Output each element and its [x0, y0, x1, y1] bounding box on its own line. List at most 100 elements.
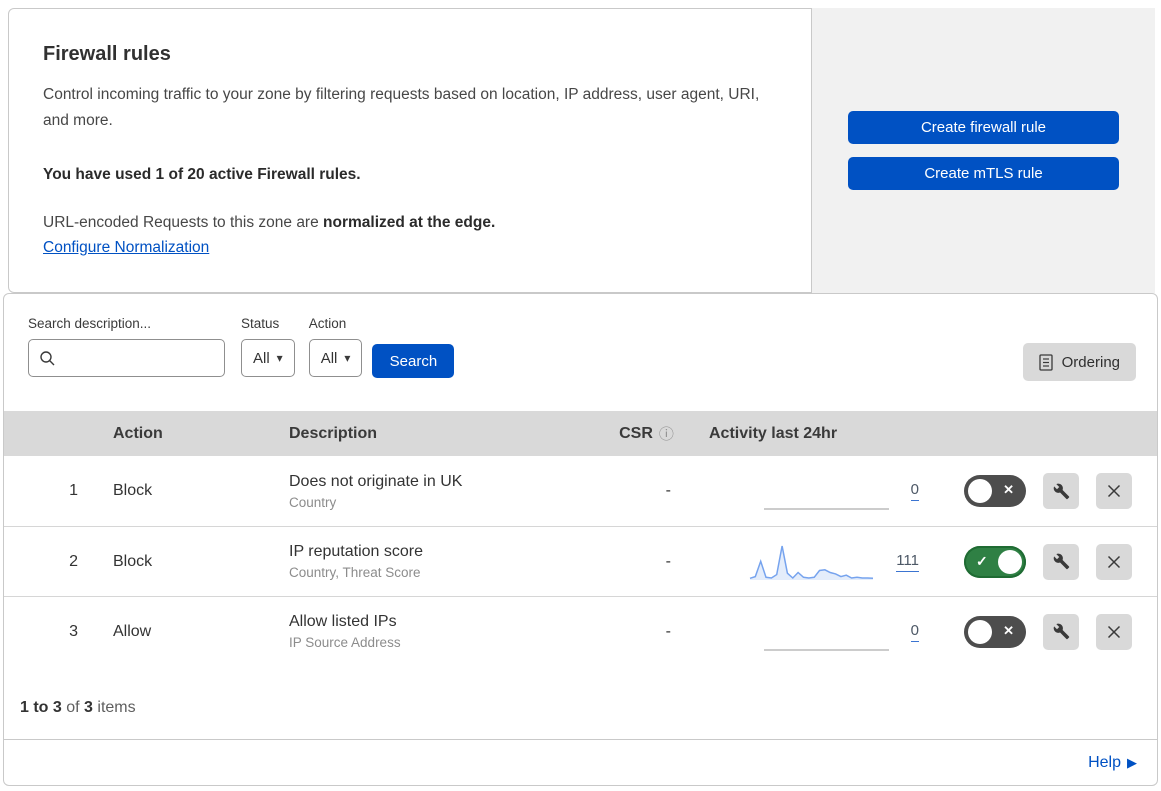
column-header-description: Description — [289, 424, 378, 442]
intro-section: Firewall rules Control incoming traffic … — [8, 8, 1155, 293]
firewall-rules-panel: Search description... Status All ▾ Actio… — [3, 293, 1158, 786]
action-dropdown-value: All — [320, 349, 338, 367]
rule-controls: ✕ — [934, 613, 1157, 650]
edit-rule-button[interactable] — [1043, 613, 1079, 650]
column-header-csr: CSR ⓘ — [619, 423, 674, 444]
toggle-check-icon: ✓ — [976, 552, 988, 569]
help-label: Help — [1088, 753, 1121, 771]
activity-count-link[interactable]: 0 — [910, 622, 919, 642]
close-icon — [1107, 555, 1121, 568]
column-header-action: Action — [113, 424, 163, 442]
activity-count-link[interactable]: 0 — [910, 481, 919, 501]
pagination-total: 3 — [84, 698, 93, 716]
rule-priority: 3 — [69, 622, 78, 640]
table-row: 3 Allow Allow listed IPs IP Source Addre… — [4, 596, 1157, 666]
action-label: Action — [308, 316, 347, 331]
activity-sparkline — [749, 545, 874, 580]
wrench-icon — [1053, 623, 1069, 640]
configure-normalization-link[interactable]: Configure Normalization — [43, 239, 209, 257]
action-filter-group: Action All ▾ — [308, 316, 363, 377]
status-dropdown-value: All — [253, 349, 270, 367]
column-header-activity: Activity last 24hr — [709, 424, 838, 442]
help-bar: Help ▶ — [4, 739, 1157, 785]
page-title: Firewall rules — [43, 43, 171, 65]
rule-controls: ✕ — [934, 473, 1157, 509]
table-footer: 1 to 3 of 3 items — [4, 666, 1157, 739]
activity-count-link[interactable]: 111 — [896, 552, 919, 572]
rule-csr-value: - — [665, 482, 671, 499]
activity-sparkline — [763, 649, 889, 650]
search-button[interactable]: Search — [372, 344, 455, 378]
usage-summary: You have used 1 of 20 active Firewall ru… — [43, 166, 361, 183]
wrench-icon — [1053, 553, 1069, 570]
rule-activity-cell: 0 — [699, 611, 934, 653]
toggle-knob — [998, 549, 1022, 574]
ordered-list-icon — [1038, 353, 1053, 371]
rule-description: Does not originate in UK — [289, 472, 463, 490]
rule-activity-cell: 0 — [699, 470, 934, 512]
pagination-range: 1 to 3 — [20, 698, 62, 716]
rule-activity-cell: 111 — [699, 541, 934, 583]
info-icon[interactable]: ⓘ — [659, 423, 674, 444]
table-row: 2 Block IP reputation score Country, Thr… — [4, 526, 1157, 596]
status-label: Status — [241, 316, 280, 331]
arrow-right-icon: ▶ — [1127, 754, 1137, 770]
rule-enabled-toggle[interactable]: ✕ — [964, 475, 1026, 507]
pagination-items: items — [92, 698, 136, 716]
create-firewall-rule-button[interactable]: Create firewall rule — [848, 111, 1119, 144]
search-icon — [40, 350, 55, 365]
rule-enabled-toggle[interactable]: ✕ — [964, 615, 1026, 648]
rule-action: Block — [113, 482, 153, 499]
toggle-knob — [968, 479, 992, 503]
wrench-icon — [1053, 483, 1069, 499]
chevron-down-icon: ▾ — [276, 351, 283, 365]
action-dropdown[interactable]: All ▾ — [308, 339, 363, 377]
normalization-note: URL-encoded Requests to this zone are no… — [43, 214, 771, 232]
rule-description-cell: IP reputation score Country, Threat Scor… — [269, 543, 594, 580]
rule-description: IP reputation score — [289, 543, 424, 560]
edit-rule-button[interactable] — [1043, 543, 1079, 580]
filter-bar: Search description... Status All ▾ Actio… — [4, 294, 1157, 411]
rule-action: Block — [113, 552, 153, 570]
rule-priority: 1 — [69, 482, 78, 499]
table-header: Action Description CSR ⓘ Activity last 2… — [4, 411, 1157, 456]
rule-priority: 2 — [69, 552, 78, 570]
rule-action: Allow — [113, 622, 152, 640]
delete-rule-button[interactable] — [1096, 473, 1132, 509]
rule-fields: Country, Threat Score — [289, 565, 421, 580]
ordering-button-label: Ordering — [1061, 353, 1120, 371]
rule-description-cell: Allow listed IPs IP Source Address — [269, 613, 594, 650]
rule-description: Allow listed IPs — [289, 613, 397, 630]
search-input-wrapper — [28, 339, 225, 377]
close-icon — [1107, 484, 1121, 498]
edit-rule-button[interactable] — [1043, 473, 1079, 509]
actions-panel: Create firewall rule Create mTLS rule — [812, 8, 1155, 293]
pagination-of: of — [61, 698, 85, 716]
toggle-knob — [968, 619, 992, 644]
search-group: Search description... — [28, 316, 225, 377]
help-link[interactable]: Help ▶ — [1088, 754, 1137, 772]
page-description: Control incoming traffic to your zone by… — [43, 86, 760, 129]
table-row: 1 Block Does not originate in UK Country… — [4, 456, 1157, 526]
delete-rule-button[interactable] — [1096, 543, 1132, 580]
rule-description-cell: Does not originate in UK Country — [269, 473, 594, 510]
search-label: Search description... — [28, 316, 152, 331]
toggle-x-icon: ✕ — [1003, 622, 1014, 638]
ordering-button[interactable]: Ordering — [1022, 343, 1136, 381]
rule-csr-value: - — [665, 622, 671, 640]
normalization-bold-text: normalized at the edge. — [323, 214, 496, 231]
table-body: 1 Block Does not originate in UK Country… — [4, 456, 1157, 666]
status-dropdown[interactable]: All ▾ — [241, 339, 295, 377]
close-icon — [1107, 625, 1121, 638]
chevron-down-icon: ▾ — [344, 351, 351, 365]
create-mtls-rule-button[interactable]: Create mTLS rule — [848, 157, 1119, 190]
rule-fields: IP Source Address — [289, 635, 401, 650]
delete-rule-button[interactable] — [1096, 613, 1132, 650]
csr-header-label: CSR — [619, 424, 653, 442]
normalization-text: URL-encoded Requests to this zone are — [43, 214, 324, 231]
rule-enabled-toggle[interactable]: ✓ — [964, 545, 1026, 578]
rule-fields: Country — [289, 494, 337, 510]
rule-controls: ✓ — [934, 543, 1157, 580]
search-input[interactable] — [64, 349, 214, 367]
rule-csr-value: - — [665, 552, 671, 570]
